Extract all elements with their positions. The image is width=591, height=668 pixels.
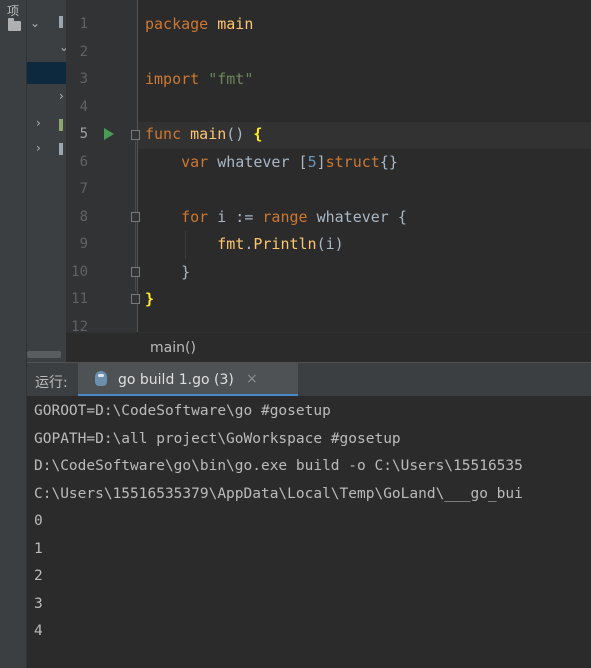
chevron-right-icon[interactable]: › <box>36 141 41 155</box>
function-call: Println <box>253 235 317 253</box>
code-text: i := <box>208 208 263 226</box>
code-text: (i) <box>316 235 344 253</box>
line-number: 12 <box>71 319 88 332</box>
console-line: GOROOT=D:\CodeSoftware\go #gosetup <box>34 403 331 419</box>
project-tool-label[interactable]: 项 <box>7 2 19 19</box>
matched-brace: { <box>253 125 263 143</box>
run-panel-header: 运行: go build 1.go (3) × <box>27 362 591 397</box>
run-panel-label: 运行: <box>35 375 68 391</box>
function-name: main <box>181 125 227 143</box>
chevron-right-icon[interactable]: › <box>36 116 41 130</box>
console-line: GOPATH=D:\all project\GoWorkspace #goset… <box>34 431 401 447</box>
console-line: 3 <box>34 596 43 612</box>
package-ref: fmt <box>217 235 245 253</box>
run-console[interactable]: GOROOT=D:\CodeSoftware\go #gosetup GOPAT… <box>27 396 591 668</box>
console-line: 1 <box>34 541 43 557</box>
breadcrumb-item-main[interactable]: main() <box>150 340 196 356</box>
console-line: 4 <box>34 623 43 639</box>
gutter-divider <box>137 0 138 332</box>
code-text: ] <box>316 153 326 171</box>
code-line-10[interactable]: } <box>145 259 190 286</box>
package-name: main <box>208 15 254 33</box>
fold-marker-icon[interactable] <box>131 130 140 140</box>
line-number: 9 <box>79 236 88 252</box>
console-line: 0 <box>34 513 43 529</box>
line-number: 6 <box>79 154 88 170</box>
keyword: range <box>262 208 308 226</box>
console-line: D:\CodeSoftware\go\bin\go.exe build -o C… <box>34 458 523 474</box>
keyword: import <box>145 70 200 88</box>
keyword: struct <box>325 153 380 171</box>
number-literal: 5 <box>307 153 317 171</box>
chevron-down-icon[interactable]: ⌄ <box>30 16 40 30</box>
scratches-icon <box>59 143 63 155</box>
string-literal: "fmt" <box>199 70 254 88</box>
line-number: 2 <box>79 44 88 60</box>
run-tab-title: go build 1.go (3) <box>118 372 234 388</box>
tree-selected-row[interactable] <box>27 62 66 84</box>
fold-marker-icon[interactable] <box>131 267 140 277</box>
chevron-right-icon[interactable]: › <box>59 89 64 103</box>
line-number: 4 <box>79 99 88 115</box>
code-text: {} <box>379 153 398 171</box>
line-number: 8 <box>79 209 88 225</box>
code-line-9[interactable]: fmt.Println(i) <box>145 231 344 258</box>
file-icon <box>59 16 63 28</box>
library-icon <box>59 119 63 131</box>
line-number: 11 <box>71 291 88 307</box>
keyword: func <box>145 125 182 143</box>
code-line-6[interactable]: var whatever [5]struct{} <box>145 149 398 176</box>
breadcrumb: main() <box>66 332 591 362</box>
code-editor[interactable]: 1 2 3 4 5 6 7 8 9 10 11 12 package main … <box>66 0 591 332</box>
code-line-1[interactable]: package main <box>145 11 253 38</box>
tree-horizontal-scrollbar[interactable] <box>27 351 61 358</box>
keyword: package <box>145 15 209 33</box>
left-tool-strip: 项 <box>0 0 27 668</box>
gopher-icon <box>95 371 107 386</box>
fold-marker-icon[interactable] <box>131 212 140 222</box>
line-number: 1 <box>79 16 88 32</box>
code-text: whatever [ <box>208 153 308 171</box>
line-number: 7 <box>79 181 88 197</box>
code-line-11[interactable]: } <box>145 286 154 313</box>
line-number-current: 5 <box>79 126 88 142</box>
matched-brace: } <box>145 290 155 308</box>
close-icon[interactable]: × <box>246 371 258 387</box>
chevron-down-icon[interactable]: ⌄ <box>59 40 66 54</box>
folder-icon[interactable] <box>8 18 21 31</box>
run-gutter-icon[interactable] <box>104 128 114 140</box>
line-number: 3 <box>79 71 88 87</box>
code-line-3[interactable]: import "fmt" <box>145 66 253 93</box>
code-line-8[interactable]: for i := range whatever { <box>145 204 407 231</box>
code-text: () <box>226 125 254 143</box>
keyword: var <box>181 153 209 171</box>
console-line: C:\Users\15516535379\AppData\Local\Temp\… <box>34 486 523 502</box>
project-tree[interactable]: ⌄ ⌄ › › › <box>27 0 66 362</box>
code-text: } <box>181 263 191 281</box>
fold-marker-icon[interactable] <box>131 294 140 304</box>
run-tab-go-build[interactable]: go build 1.go (3) × <box>78 363 298 397</box>
code-text: whatever { <box>307 208 407 226</box>
code-line-5[interactable]: func main() { <box>145 121 262 148</box>
keyword: for <box>181 208 209 226</box>
line-number: 10 <box>71 264 88 280</box>
console-line: 2 <box>34 568 43 584</box>
